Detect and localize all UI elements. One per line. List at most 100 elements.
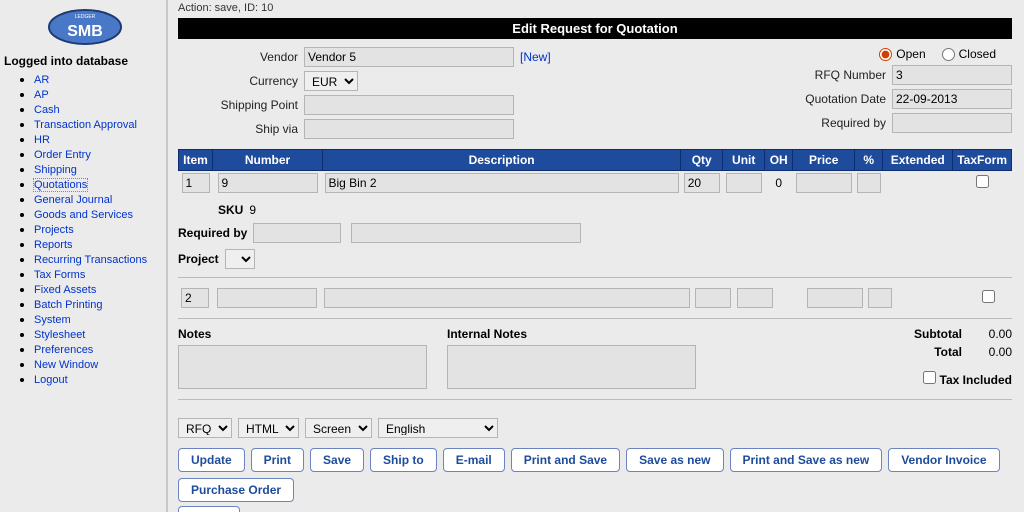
- print-save-as-new-button[interactable]: Print and Save as new: [730, 448, 883, 472]
- row2-qty[interactable]: [695, 288, 731, 308]
- separator: [178, 399, 1012, 400]
- export-lang-select[interactable]: English: [378, 418, 498, 438]
- table-row: [178, 286, 1012, 310]
- row1-unit[interactable]: [726, 173, 762, 193]
- sidebar-item-hr[interactable]: HR: [34, 134, 50, 146]
- ship-via-input[interactable]: [304, 119, 514, 139]
- save-button[interactable]: Save: [310, 448, 364, 472]
- rfq-number-label: RFQ Number: [794, 68, 886, 82]
- th-oh: OH: [765, 150, 793, 171]
- tax-included-checkbox[interactable]: [923, 371, 936, 384]
- row2-taxform-checkbox[interactable]: [982, 290, 995, 303]
- export-type-select[interactable]: RFQ: [178, 418, 232, 438]
- sidebar-item-order-entry[interactable]: Order Entry: [34, 149, 91, 161]
- delete-button[interactable]: Delete: [178, 506, 240, 512]
- shipping-point-input[interactable]: [304, 95, 514, 115]
- row2-item[interactable]: [181, 288, 209, 308]
- sidebar-item-reports[interactable]: Reports: [34, 239, 73, 251]
- sidebar-item-ar[interactable]: AR: [34, 74, 49, 86]
- th-number: Number: [213, 150, 323, 171]
- status-open-radio[interactable]: [879, 48, 892, 61]
- print-button[interactable]: Print: [251, 448, 304, 472]
- row-required-by-label: Required by: [178, 226, 247, 240]
- currency-select[interactable]: EUR: [304, 71, 358, 91]
- internal-notes-textarea[interactable]: [447, 345, 696, 389]
- row2-price[interactable]: [807, 288, 863, 308]
- quotation-date-label: Quotation Date: [794, 92, 886, 106]
- th-taxform: TaxForm: [953, 150, 1012, 171]
- sidebar-item-recurring[interactable]: Recurring Transactions: [34, 254, 147, 266]
- notes-label: Notes: [178, 327, 427, 341]
- project-select[interactable]: [225, 249, 255, 269]
- ship-to-button[interactable]: Ship to: [370, 448, 437, 472]
- row1-item[interactable]: [182, 173, 210, 193]
- row1-oh: 0: [775, 176, 782, 190]
- th-extended: Extended: [883, 150, 953, 171]
- sidebar-item-transaction-approval[interactable]: Transaction Approval: [34, 119, 137, 131]
- row2-unit[interactable]: [737, 288, 773, 308]
- sidebar-item-goods-services[interactable]: Goods and Services: [34, 209, 133, 221]
- internal-notes-label: Internal Notes: [447, 327, 696, 341]
- row2-pct[interactable]: [868, 288, 892, 308]
- sidebar-item-general-journal[interactable]: General Journal: [34, 194, 112, 206]
- row2-description[interactable]: [324, 288, 690, 308]
- row1-taxform-checkbox[interactable]: [976, 175, 989, 188]
- row1-description[interactable]: [325, 173, 679, 193]
- th-description: Description: [323, 150, 681, 171]
- sidebar-item-ap[interactable]: AP: [34, 89, 49, 101]
- rfq-number-input[interactable]: [892, 65, 1012, 85]
- row1-pct[interactable]: [857, 173, 881, 193]
- sidebar-item-quotations[interactable]: Quotations: [34, 179, 87, 191]
- sidebar-item-fixed-assets[interactable]: Fixed Assets: [34, 284, 96, 296]
- sidebar-item-projects[interactable]: Projects: [34, 224, 74, 236]
- quotation-date-input[interactable]: [892, 89, 1012, 109]
- action-line: Action: save, ID: 10: [178, 2, 1012, 14]
- row2-number[interactable]: [217, 288, 317, 308]
- vendor-input[interactable]: [304, 47, 514, 67]
- page-title: Edit Request for Quotation: [178, 18, 1012, 39]
- totals-block: Subtotal0.00 Total0.00 Tax Included: [882, 327, 1012, 391]
- separator: [178, 318, 1012, 319]
- sidebar-item-logout[interactable]: Logout: [34, 374, 68, 386]
- row-extra-input[interactable]: [351, 223, 581, 243]
- status-open-label: Open: [896, 47, 925, 61]
- sidebar-item-preferences[interactable]: Preferences: [34, 344, 93, 356]
- shipping-point-label: Shipping Point: [178, 98, 298, 112]
- separator: [178, 277, 1012, 278]
- vendor-invoice-button[interactable]: Vendor Invoice: [888, 448, 999, 472]
- project-label: Project: [178, 252, 219, 266]
- required-by-input[interactable]: [892, 113, 1012, 133]
- status-closed-radio[interactable]: [942, 48, 955, 61]
- email-button[interactable]: E-mail: [443, 448, 505, 472]
- tax-included-label: Tax Included: [940, 373, 1012, 387]
- update-button[interactable]: Update: [178, 448, 245, 472]
- export-format-select[interactable]: HTML: [238, 418, 299, 438]
- sidebar-item-shipping[interactable]: Shipping: [34, 164, 77, 176]
- row-required-by-input[interactable]: [253, 223, 341, 243]
- notes-textarea[interactable]: [178, 345, 427, 389]
- sidebar-item-batch-printing[interactable]: Batch Printing: [34, 299, 102, 311]
- sidebar: LEDGER SMB Logged into database AR AP Ca…: [0, 0, 168, 512]
- vendor-new-link[interactable]: [New]: [520, 50, 551, 64]
- sidebar-menu: AR AP Cash Transaction Approval HR Order…: [4, 72, 166, 386]
- sidebar-item-new-window[interactable]: New Window: [34, 359, 98, 371]
- row1-qty[interactable]: [684, 173, 720, 193]
- save-as-new-button[interactable]: Save as new: [626, 448, 723, 472]
- total-value: 0.00: [962, 345, 1012, 359]
- svg-text:LEDGER: LEDGER: [75, 14, 96, 20]
- sidebar-item-tax-forms[interactable]: Tax Forms: [34, 269, 85, 281]
- row1-price[interactable]: [796, 173, 852, 193]
- app-logo: LEDGER SMB: [40, 6, 130, 48]
- sidebar-item-stylesheet[interactable]: Stylesheet: [34, 329, 85, 341]
- print-save-button[interactable]: Print and Save: [511, 448, 620, 472]
- main-content: Action: save, ID: 10 Edit Request for Qu…: [168, 0, 1024, 512]
- purchase-order-button[interactable]: Purchase Order: [178, 478, 294, 502]
- ship-via-label: Ship via: [178, 122, 298, 136]
- row1-number[interactable]: [218, 173, 318, 193]
- sku-label: SKU: [218, 203, 243, 217]
- export-target-select[interactable]: Screen: [305, 418, 372, 438]
- th-pct: %: [855, 150, 883, 171]
- table-row: 0: [179, 171, 1012, 196]
- sidebar-item-cash[interactable]: Cash: [34, 104, 60, 116]
- sidebar-item-system[interactable]: System: [34, 314, 71, 326]
